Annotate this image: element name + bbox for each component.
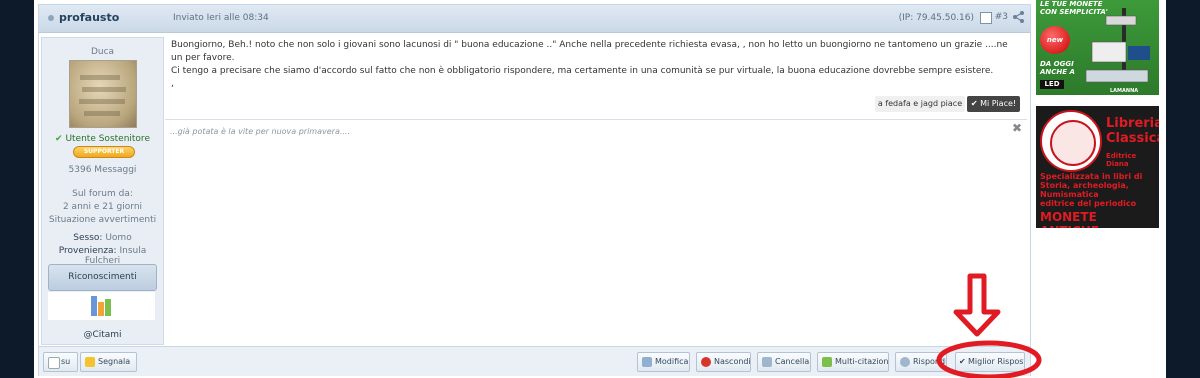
close-icon[interactable]: ✖ bbox=[1012, 121, 1022, 135]
check-icon: ✔ bbox=[55, 134, 63, 144]
signature: ...già potata è la vite per nuova primav… bbox=[170, 127, 351, 136]
seal-logo bbox=[1040, 110, 1102, 172]
ad2-title-line: Classica bbox=[1106, 131, 1159, 146]
avatar[interactable] bbox=[69, 60, 137, 128]
reply-icon bbox=[900, 357, 910, 367]
check-icon: ✔ bbox=[970, 99, 978, 108]
supporter-badge: SUPPORTER bbox=[73, 146, 135, 158]
forum-since-value: 2 anni e 21 giorni bbox=[62, 202, 143, 212]
delete-icon bbox=[762, 357, 772, 367]
edit-button[interactable]: Modifica bbox=[637, 352, 690, 372]
ad2-desc-line: Storia, archeologia, Numismatica bbox=[1040, 181, 1129, 199]
warning-icon bbox=[85, 357, 95, 367]
ad2-desc-line: Specializzata in libri di bbox=[1040, 172, 1143, 181]
post-header: profausto Inviato Ieri alle 08:34 (IP: 7… bbox=[39, 5, 1030, 33]
ad1-line: ANCHE A bbox=[1040, 68, 1075, 76]
forum-post: profausto Inviato Ieri alle 08:34 (IP: 7… bbox=[38, 4, 1031, 376]
page-icon bbox=[48, 357, 60, 369]
new-badge: new bbox=[1040, 26, 1070, 54]
sex-label: Sesso: bbox=[73, 233, 103, 243]
divider bbox=[165, 119, 1027, 120]
led-label: LED bbox=[1040, 80, 1064, 89]
recognitions-chart bbox=[48, 292, 155, 320]
ad2-title-line: Libreria bbox=[1106, 116, 1159, 131]
best-answer-button-label: Miglior Risposta bbox=[968, 357, 1024, 366]
ad-coin-scanner[interactable]: LE TUE MONETE CON SEMPLICITA' new DA OGG… bbox=[1036, 0, 1159, 95]
post-line: , bbox=[171, 79, 174, 89]
edit-button-label: Modifica bbox=[655, 357, 689, 366]
recognitions-button[interactable]: Riconoscimenti bbox=[48, 264, 157, 291]
post-number[interactable]: #3 bbox=[995, 12, 1008, 22]
top-button-label: su bbox=[61, 357, 71, 366]
ad-libreria-classica[interactable]: Libreria Classica Editrice Diana Special… bbox=[1036, 106, 1159, 228]
reply-button-label: Rispondi bbox=[913, 357, 947, 366]
ad2-desc-line: editrice del periodico bbox=[1040, 199, 1137, 208]
like-button[interactable]: ✔ Mi Piace! bbox=[967, 96, 1020, 112]
edit-icon bbox=[642, 357, 652, 367]
chart-bar bbox=[98, 302, 104, 316]
reply-button[interactable]: Rispondi bbox=[895, 352, 947, 372]
like-button-label: Mi Piace! bbox=[980, 99, 1017, 108]
delete-button-label: Cancella bbox=[775, 357, 810, 366]
post-date: Inviato Ieri alle 08:34 bbox=[173, 13, 269, 23]
bullet-icon bbox=[48, 15, 54, 21]
delete-button[interactable]: Cancella bbox=[757, 352, 811, 372]
ad1-subline: DA OGGI ANCHE A bbox=[1040, 60, 1075, 76]
author-name[interactable]: profausto bbox=[59, 11, 119, 24]
select-post-checkbox[interactable] bbox=[980, 12, 992, 24]
ad2-title: Libreria Classica bbox=[1106, 116, 1159, 146]
chart-bar bbox=[105, 299, 111, 316]
user-sidebar: Duca ✔ Utente Sostenitore SUPPORTER 5396… bbox=[41, 37, 164, 345]
post-line: Buongiorno, Beh.! noto che non solo i gi… bbox=[171, 40, 1008, 63]
top-button[interactable]: su bbox=[43, 352, 78, 372]
report-button[interactable]: Segnala bbox=[80, 352, 137, 372]
multi-quote-button-label: Multi-citazione bbox=[835, 357, 889, 366]
post-line: Ci tengo a precisare che siamo d'accordo… bbox=[171, 66, 994, 76]
origin-label: Provenienza: bbox=[58, 246, 117, 256]
chart-bar bbox=[91, 296, 97, 316]
sex-value: Uomo bbox=[105, 233, 132, 243]
scanner-image bbox=[1085, 8, 1150, 83]
brand-label: LAMANNA bbox=[1110, 88, 1139, 94]
post-footer: su Segnala Modifica Nascondi Cancella Mu… bbox=[39, 346, 1030, 376]
likers-text[interactable]: a fedafa e jagd piace bbox=[875, 96, 965, 112]
post-content: Buongiorno, Beh.! noto che non solo i gi… bbox=[171, 39, 1021, 91]
report-button-label: Segnala bbox=[98, 357, 131, 366]
page: profausto Inviato Ieri alle 08:34 (IP: 7… bbox=[34, 0, 1166, 378]
multi-quote-button[interactable]: Multi-citazione bbox=[817, 352, 889, 372]
ad1-line: DA OGGI bbox=[1040, 60, 1074, 68]
ad2-description: Specializzata in libri di Storia, archeo… bbox=[1040, 172, 1159, 208]
best-answer-button[interactable]: ✔ Miglior Risposta bbox=[955, 352, 1025, 372]
ip-address: (IP: 79.45.50.16) bbox=[898, 13, 974, 23]
ad2-editor: Editrice Diana bbox=[1106, 152, 1137, 168]
warnings-link[interactable]: Situazione avvertimenti bbox=[42, 215, 163, 225]
hide-button[interactable]: Nascondi bbox=[696, 352, 751, 372]
ad2-big-title: MONETE ANTICHE bbox=[1040, 210, 1099, 228]
user-rank: Duca bbox=[90, 47, 115, 57]
member-type: ✔ Utente Sostenitore bbox=[42, 134, 163, 144]
mention-link[interactable]: @Citami bbox=[42, 330, 163, 340]
check-icon: ✔ bbox=[959, 357, 966, 366]
share-icon[interactable] bbox=[1012, 10, 1024, 24]
message-count: 5396 Messaggi bbox=[68, 165, 137, 175]
forum-since-label: Sul forum da: bbox=[72, 189, 133, 199]
hide-icon bbox=[701, 357, 711, 367]
member-type-label: Utente Sostenitore bbox=[65, 134, 150, 144]
quote-icon bbox=[822, 357, 832, 367]
hide-button-label: Nascondi bbox=[714, 357, 751, 366]
